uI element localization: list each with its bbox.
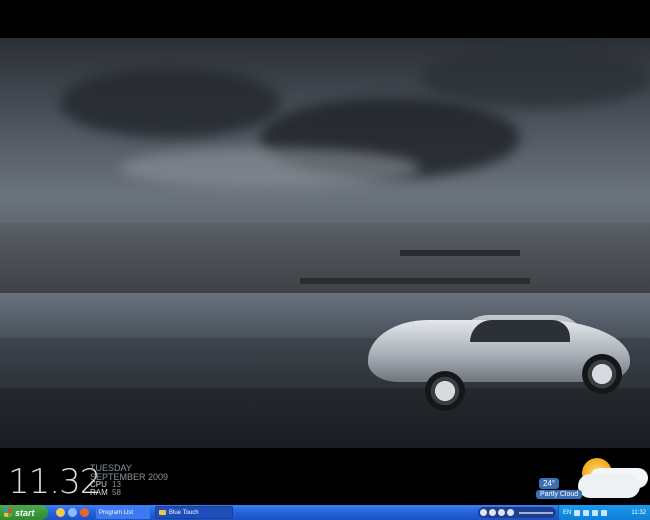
help-icon[interactable] xyxy=(574,509,581,516)
desktop-wallpaper xyxy=(0,38,650,448)
wallpaper-cloud xyxy=(60,68,280,138)
wallpaper-bridge xyxy=(300,278,530,284)
task-label: Blue Touch xyxy=(169,509,199,516)
system-tray: EN 11:32 xyxy=(558,505,650,520)
start-button[interactable]: start xyxy=(0,505,48,520)
media-player-toolbar[interactable] xyxy=(478,507,556,518)
volume-icon[interactable] xyxy=(592,509,599,516)
task-blue-touch[interactable]: Blue Touch xyxy=(155,506,233,519)
ram-value: 58 xyxy=(112,488,121,497)
wallpaper-road xyxy=(0,388,650,448)
antivirus-icon[interactable] xyxy=(601,509,608,516)
task-label: Program List xyxy=(99,509,134,516)
car-wheel xyxy=(582,354,622,394)
quicklaunch-folder-icon[interactable] xyxy=(56,508,65,517)
quicklaunch-browser-icon[interactable] xyxy=(68,508,77,517)
previous-icon[interactable] xyxy=(498,509,505,516)
wallpaper-bridge xyxy=(400,250,520,256)
media-progress-bar[interactable] xyxy=(519,511,553,514)
wallpaper-cloud xyxy=(420,48,650,108)
next-icon[interactable] xyxy=(507,509,514,516)
network-icon[interactable] xyxy=(583,509,590,516)
ram-label: RAM xyxy=(90,488,108,497)
language-indicator[interactable]: EN xyxy=(563,510,571,516)
start-label: start xyxy=(15,507,35,518)
task-program-list[interactable]: Program List xyxy=(96,506,150,519)
wallpaper-cloud-light xyxy=(120,148,420,188)
tray-clock[interactable]: 11:32 xyxy=(631,510,646,516)
weather-gadget[interactable]: 24° Partly Cloud xyxy=(533,478,643,502)
windows-logo-icon xyxy=(4,508,12,517)
stop-icon[interactable] xyxy=(489,509,496,516)
weather-condition: Partly Cloud xyxy=(536,490,583,499)
weather-temperature: 24° xyxy=(539,478,560,489)
desktop-clock-time: 11.32 xyxy=(8,462,101,502)
car-wheel xyxy=(425,371,465,411)
folder-icon xyxy=(159,510,166,515)
quicklaunch-firefox-icon[interactable] xyxy=(80,508,89,517)
pause-icon[interactable] xyxy=(480,509,487,516)
car-window xyxy=(470,320,570,342)
